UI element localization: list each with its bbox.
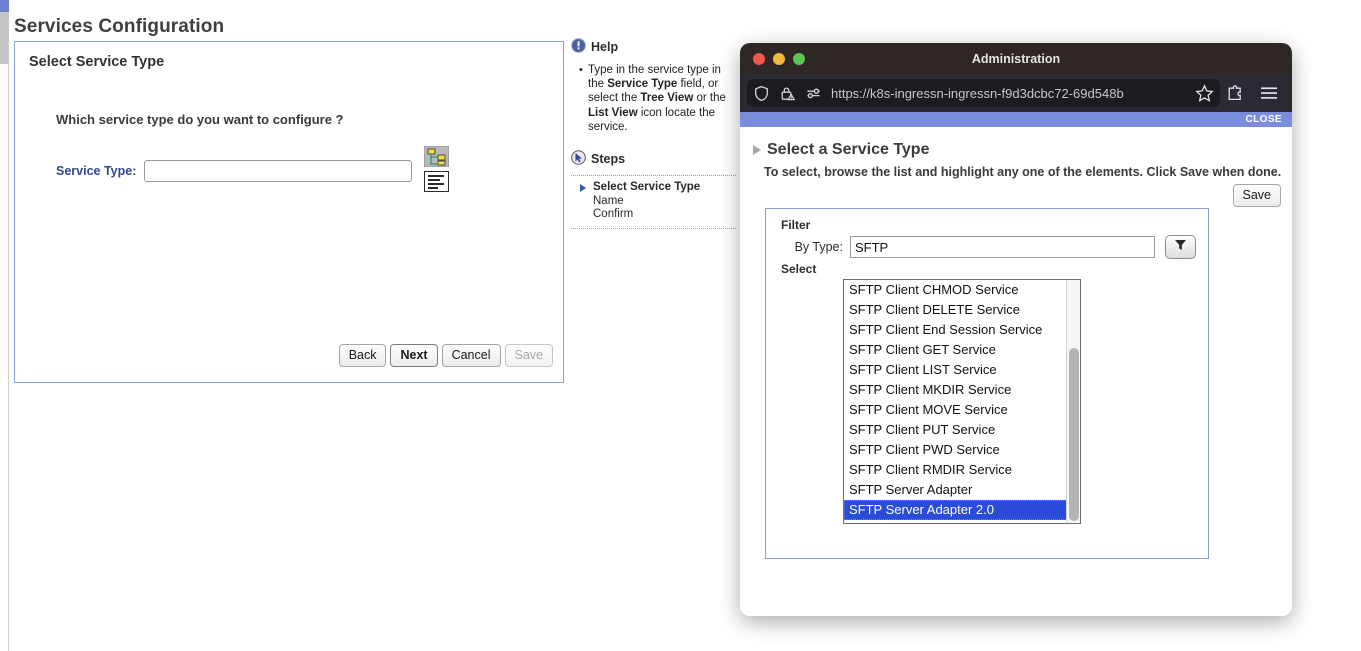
service-type-label: Service Type:	[56, 164, 137, 178]
apply-filter-button[interactable]	[1165, 235, 1196, 259]
browser-titlebar[interactable]: Administration	[740, 43, 1292, 74]
cursor-circle-icon	[571, 150, 586, 168]
scrollbar-thumb[interactable]	[0, 12, 9, 64]
list-view-icon[interactable]	[424, 171, 449, 192]
help-sidebar: Help • Type in the service type in the Se…	[571, 38, 736, 229]
select-service-type-panel: Select Service Type Which service type d…	[14, 41, 564, 383]
browser-navbar: https://k8s-ingressn-ingressn-f9d3dcbc72…	[740, 74, 1292, 112]
dialog-save-row: Save	[1232, 184, 1281, 207]
list-item[interactable]: SFTP Client MOVE Service	[844, 400, 1080, 420]
steps-header: Steps	[571, 150, 736, 168]
close-link[interactable]: CLOSE	[1246, 114, 1282, 125]
panel-button-row: Back Next Cancel Save	[15, 344, 553, 367]
extensions-puzzle-icon[interactable]	[1226, 84, 1245, 103]
back-button[interactable]: Back	[338, 344, 387, 367]
filter-section-label: Filter	[781, 218, 811, 232]
current-step-marker-icon	[580, 184, 586, 193]
steps-list: Select Service Type Name Confirm	[571, 175, 736, 229]
service-type-listbox[interactable]: SFTP Client CHMOD Service SFTP Client DE…	[843, 279, 1081, 524]
list-item[interactable]: SFTP Client CHMOD Service	[844, 280, 1080, 300]
step-label: Confirm	[593, 208, 634, 221]
page-title: Services Configuration	[14, 16, 225, 37]
cancel-button[interactable]: Cancel	[441, 344, 501, 367]
list-item[interactable]: SFTP Server Adapter	[844, 480, 1080, 500]
funnel-filter-icon	[1174, 238, 1187, 257]
dialog-title: Select a Service Type	[767, 141, 930, 158]
steps-title: Steps	[591, 152, 626, 167]
list-item[interactable]: SFTP Client PWD Service	[844, 440, 1080, 460]
scrollbar-thumb-top[interactable]	[0, 0, 9, 12]
hamburger-menu-icon[interactable]	[1259, 84, 1279, 102]
list-item[interactable]: SFTP Client DELETE Service	[844, 300, 1080, 320]
list-item[interactable]: SFTP Client End Session Service	[844, 320, 1080, 340]
panel-title: Select Service Type	[29, 54, 165, 70]
tree-view-icon[interactable]	[423, 145, 450, 168]
save-button: Save	[504, 344, 553, 367]
list-item[interactable]: SFTP Client MKDIR Service	[844, 380, 1080, 400]
dialog-content: Select a Service Type To select, browse …	[740, 127, 1292, 616]
step-item-name[interactable]: Name	[571, 195, 736, 209]
tracking-settings-icon[interactable]	[805, 85, 822, 102]
page-scrollbar[interactable]	[0, 0, 9, 651]
step-item-select-service-type[interactable]: Select Service Type	[571, 181, 736, 195]
filter-select-box: Filter By Type: Select	[765, 208, 1209, 559]
listbox-items: SFTP Client CHMOD Service SFTP Client DE…	[844, 280, 1080, 520]
next-button[interactable]: Next	[390, 344, 438, 367]
dialog-subtitle: To select, browse the list and highlight…	[764, 165, 1282, 179]
address-bar[interactable]: https://k8s-ingressn-ingressn-f9d3dcbc72…	[747, 79, 1220, 107]
by-type-label: By Type:	[794, 240, 843, 254]
question-text: Which service type do you want to config…	[56, 112, 344, 127]
help-p3: Tree View	[640, 92, 694, 105]
bookmark-star-icon[interactable]	[1195, 83, 1214, 103]
close-bar: CLOSE	[740, 112, 1292, 127]
step-item-confirm[interactable]: Confirm	[571, 208, 736, 222]
triangle-right-icon	[753, 145, 761, 155]
screen: Services Configuration Select Service Ty…	[0, 0, 1361, 651]
by-type-input[interactable]	[850, 236, 1155, 258]
dialog-title-row: Select a Service Type	[753, 141, 929, 159]
help-title: Help	[591, 40, 619, 54]
list-item[interactable]: SFTP Client RMDIR Service	[844, 460, 1080, 480]
help-p5: List View	[588, 106, 638, 119]
bullet-glyph: •	[579, 64, 583, 76]
service-type-field-row: Service Type:	[56, 160, 413, 182]
listbox-scrollbar-thumb[interactable]	[1069, 348, 1079, 521]
help-p1: Service Type	[607, 78, 678, 91]
url-text[interactable]: https://k8s-ingressn-ingressn-f9d3dcbc72…	[831, 86, 1186, 101]
list-item[interactable]: SFTP Client LIST Service	[844, 360, 1080, 380]
dialog-save-button[interactable]: Save	[1232, 184, 1281, 207]
navbar-right-icons	[1226, 84, 1285, 103]
service-type-input[interactable]	[144, 160, 413, 182]
help-p4: or the	[693, 92, 726, 105]
help-header: Help	[571, 38, 736, 56]
list-item[interactable]: SFTP Client PUT Service	[844, 420, 1080, 440]
view-icon-group	[423, 145, 450, 192]
list-item-selected[interactable]: SFTP Server Adapter 2.0	[844, 500, 1080, 520]
browser-window: Administration https://k8s-ingressn-ingr…	[740, 43, 1292, 616]
step-label: Select Service Type	[593, 181, 701, 194]
step-label: Name	[593, 194, 624, 207]
exclamation-circle-icon	[571, 38, 586, 56]
by-type-row: By Type:	[781, 235, 1196, 259]
help-text: • Type in the service type in the Service…	[579, 63, 736, 134]
lock-warning-icon[interactable]	[779, 85, 796, 102]
list-item[interactable]: SFTP Client GET Service	[844, 340, 1080, 360]
window-title: Administration	[971, 51, 1061, 66]
shield-icon[interactable]	[753, 85, 770, 102]
select-section-label: Select	[781, 262, 817, 276]
listbox-scrollbar[interactable]	[1066, 280, 1080, 523]
